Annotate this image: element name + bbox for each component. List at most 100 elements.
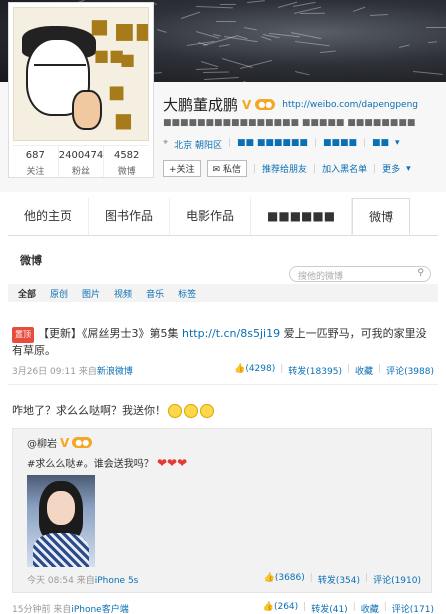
post-meta: 3月26日 09:11 来自新浪微博 [12,367,133,377]
heart-icon: ❤ [156,456,168,470]
repost-source[interactable]: iPhone 5s [95,576,139,586]
repost-time[interactable]: 今天 08:54 [27,576,74,586]
star-trail [247,0,265,3]
post-text: 咋地了？求么么哒啊？我送你！ [12,402,214,418]
chevron-down-icon[interactable]: ▾ [406,164,411,174]
emoji-kiss-icon [168,404,182,418]
school[interactable]: ■■ ■■■■■■ [237,138,308,151]
message-button[interactable]: ✉ 私信 [206,160,247,177]
comment-button[interactable]: 评论(171) [392,602,434,614]
chevron-down-icon[interactable]: ▾ [395,138,400,151]
repost-card: @柳岩 V ●● #求么么哒#。谁会送我吗？ ❤❤❤ 今天 08:54 来自iP… [12,428,432,593]
like-button[interactable]: 👍(3686) [264,573,305,586]
repost-author-link[interactable]: @柳岩 [27,435,57,450]
pinned-badge: 置顶 [12,327,34,343]
post-time[interactable]: 3月26日 09:11 [12,367,76,377]
favorite-button[interactable]: 收藏 [361,602,379,614]
repost-photo[interactable] [27,475,95,567]
post-source[interactable]: iPhone客户端 [71,605,128,614]
like-button[interactable]: 👍(264) [263,602,298,614]
tags[interactable]: ■■ [372,138,389,151]
post-pinned: 置顶 【更新】《屌丝男士3》第5集 http://t.cn/8s5ji19 爱上一… [12,326,436,359]
repost-text: #求么么哒#。谁会送我吗？ ❤❤❤ [27,456,188,470]
avatar-calligraphy: ■■ [114,18,148,44]
filter-images[interactable]: 图片 [82,287,100,300]
tab-home[interactable]: 他的主页 [8,198,90,235]
profile-meta: ⌖ 北京 朝阳区 | ■■ ■■■■■■ | ■■■■ | ■■ ▾ [163,138,400,151]
star-trail [204,77,240,81]
feed-filters: 全部 原创 图片 视频 音乐 标签 [8,284,438,302]
star-trail [216,20,237,22]
star-trail [196,6,234,9]
more-link[interactable]: 更多 [382,162,400,175]
avatar-card: ■ ■■ ■■ ■ ■ ■ 687 关注 2400474 粉丝 4582 微博 [8,2,154,178]
post-text: 【更新】《屌丝男士3》第5集 [38,327,182,340]
profile-actions: +关注 ✉ 私信 | 推荐给朋友 | 加入黑名单 | 更多 ▾ [163,160,411,177]
repost-button[interactable]: 转发(354) [318,573,360,586]
star-trail [156,28,167,33]
comment-button[interactable]: 评论(1910) [373,573,421,586]
comment-button[interactable]: 评论(3988) [386,364,434,377]
star-trail [299,12,325,14]
post-source[interactable]: 新浪微博 [97,367,133,377]
profile-name: 大鹏董成鹏 [163,96,239,114]
blog-link[interactable]: http://weibo.com/dapengpeng [282,100,418,110]
filter-all[interactable]: 全部 [18,287,36,300]
stat-posts[interactable]: 4582 微博 [104,146,149,177]
star-trail [294,71,310,76]
message-icon: ✉ [212,165,221,175]
filter-tags[interactable]: 标签 [178,287,196,300]
heart-icon: ❤ [177,456,188,470]
filter-original[interactable]: 原创 [50,287,68,300]
star-trail [370,13,389,16]
repost-button[interactable]: 转发(18395) [288,364,342,377]
stat-followers[interactable]: 2400474 粉丝 [59,146,105,177]
company[interactable]: ■■■■ [323,138,357,151]
post-time[interactable]: 15分钟前 [12,605,50,614]
profile-name-row: 大鹏董成鹏 V ●● http://weibo.com/dapengpeng [163,94,418,115]
emoji-kiss-icon [184,404,198,418]
weibo-search-input[interactable]: 搜他的微博 ⚲ [289,266,431,282]
member-badge-icon[interactable]: ●● [255,99,276,110]
post-actions: 👍(264) | 转发(41) | 收藏 | 评论(171) [262,602,434,614]
avatar[interactable]: ■ ■■ ■■ ■ ■ ■ [13,7,149,141]
filter-video[interactable]: 视频 [114,287,132,300]
tab-baidu-profile[interactable]: ■■■■■■ [251,198,353,235]
work-contact: ■■■■■■■■■■■■■■■■ ■■■■■ ■■■■■■■■ [163,118,416,128]
favorite-button[interactable]: 收藏 [355,364,373,377]
star-trail [180,12,200,20]
emoji-kiss-icon [200,404,214,418]
star-trail [203,70,230,73]
tab-weibo[interactable]: 微博 [352,198,411,235]
tab-movies[interactable]: 电影作品 [170,198,252,235]
post-actions: 👍(4298) | 转发(18395) | 收藏 | 评论(3988) [234,364,434,377]
follow-button[interactable]: +关注 [163,160,201,177]
member-badge-icon: ●● [72,437,93,448]
star-trail [220,4,237,6]
verified-icon[interactable]: V [242,98,251,112]
search-icon[interactable]: ⚲ [417,268,424,278]
repost-button[interactable]: 转发(41) [311,602,347,614]
star-trail [243,27,257,31]
star-trail [398,44,410,48]
star-trail [352,6,365,13]
profile-tabs: 他的主页 图书作品 电影作品 ■■■■■■ 微博 [8,198,438,236]
location[interactable]: 北京 朝阳区 [174,138,222,151]
thumb-icon: 👍 [262,602,274,612]
star-trail [261,36,272,41]
divider [8,384,438,385]
star-trail [425,26,446,28]
avatar-calligraphy: ■ [108,82,126,103]
star-trail [427,41,437,44]
verified-icon: V [60,435,70,450]
post-link[interactable]: http://t.cn/8s5ji19 [182,327,280,340]
repost-author: @柳岩 V ●● [27,435,93,450]
tab-books[interactable]: 图书作品 [89,198,171,235]
star-trail [413,70,444,75]
blacklist-link[interactable]: 加入黑名单 [322,162,367,175]
filter-music[interactable]: 音乐 [146,287,164,300]
stat-following[interactable]: 687 关注 [13,146,59,177]
heart-icon: ❤ [167,456,178,470]
like-button[interactable]: 👍(4298) [234,364,275,377]
recommend-link[interactable]: 推荐给朋友 [262,162,307,175]
